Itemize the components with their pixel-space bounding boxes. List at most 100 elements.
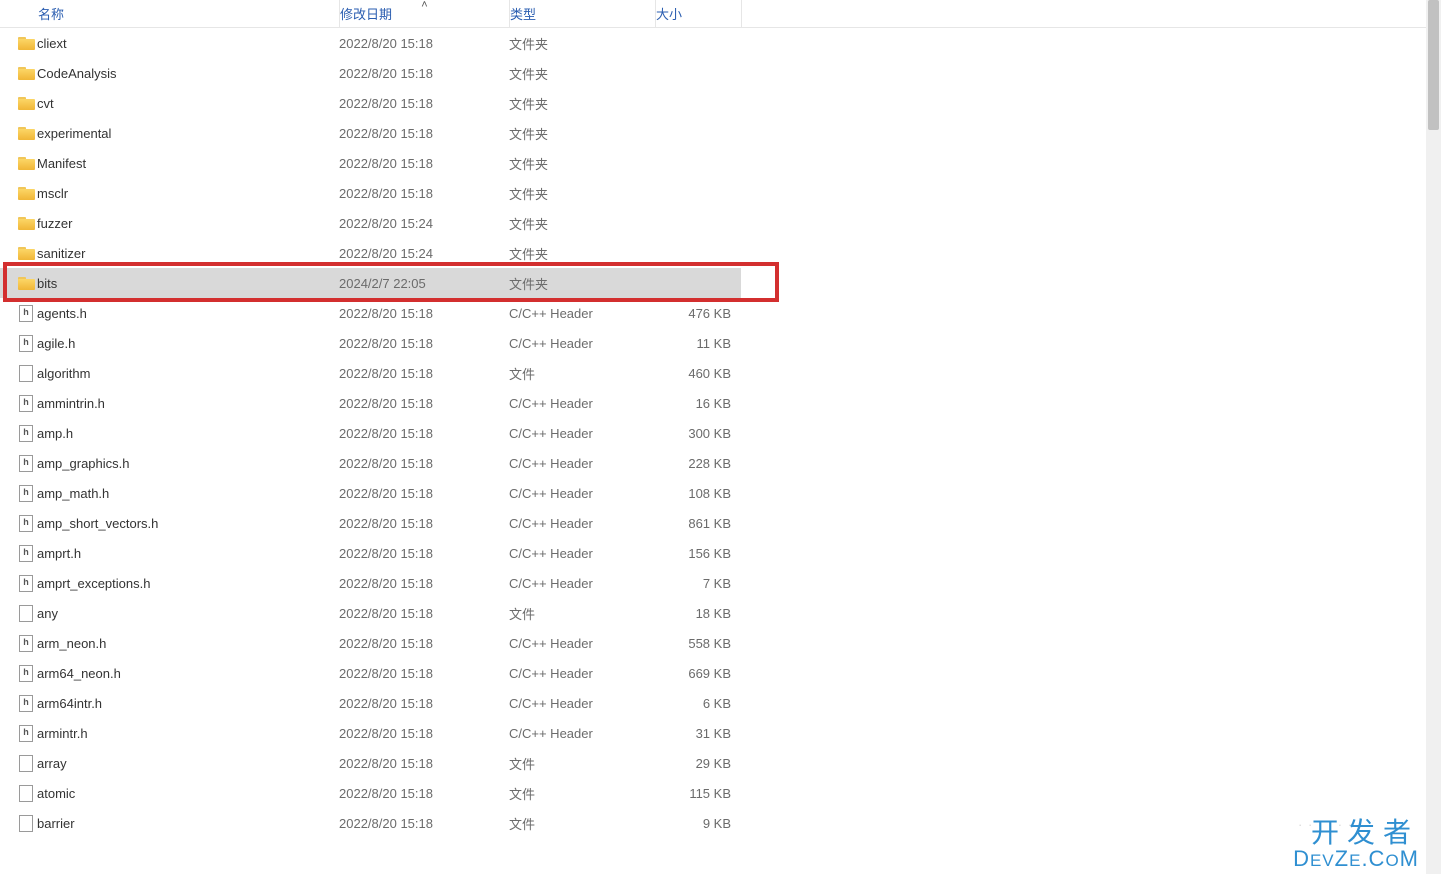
file-row[interactable]: amp_math.h2022/8/20 15:18C/C++ Header108…: [0, 478, 1441, 508]
column-header-date[interactable]: ˄ 修改日期: [340, 0, 510, 27]
file-row[interactable]: ammintrin.h2022/8/20 15:18C/C++ Header16…: [0, 388, 1441, 418]
file-size: 11 KB: [655, 336, 741, 351]
file-date: 2022/8/20 15:18: [339, 426, 509, 441]
file-type: 文件: [509, 604, 655, 623]
file-type: C/C++ Header: [509, 636, 655, 651]
file-list: cliext2022/8/20 15:18文件夹CodeAnalysis2022…: [0, 28, 1441, 838]
file-date: 2022/8/20 15:18: [339, 186, 509, 201]
file-row[interactable]: CodeAnalysis2022/8/20 15:18文件夹: [0, 58, 1441, 88]
file-icon: [19, 365, 33, 382]
header-file-icon: [19, 695, 33, 712]
file-name: arm64_neon.h: [37, 666, 339, 681]
header-file-icon: [19, 665, 33, 682]
file-type: C/C++ Header: [509, 666, 655, 681]
file-size: 7 KB: [655, 576, 741, 591]
file-row[interactable]: armintr.h2022/8/20 15:18C/C++ Header31 K…: [0, 718, 1441, 748]
file-row[interactable]: atomic2022/8/20 15:18文件115 KB: [0, 778, 1441, 808]
column-header-row: 名称 ˄ 修改日期 类型 大小: [0, 0, 1441, 28]
scrollbar-thumb[interactable]: [1428, 0, 1439, 130]
file-date: 2022/8/20 15:18: [339, 66, 509, 81]
header-file-icon: [19, 305, 33, 322]
file-row[interactable]: arm64_neon.h2022/8/20 15:18C/C++ Header6…: [0, 658, 1441, 688]
file-row[interactable]: arm64intr.h2022/8/20 15:18C/C++ Header6 …: [0, 688, 1441, 718]
folder-icon: [18, 187, 35, 200]
file-name: amp.h: [37, 426, 339, 441]
file-size: 228 KB: [655, 456, 741, 471]
header-file-icon: [19, 545, 33, 562]
folder-icon: [18, 67, 35, 80]
file-type: C/C++ Header: [509, 576, 655, 591]
file-size: 669 KB: [655, 666, 741, 681]
file-size: 108 KB: [655, 486, 741, 501]
folder-icon: [18, 157, 35, 170]
file-date: 2022/8/20 15:18: [339, 156, 509, 171]
file-type: C/C++ Header: [509, 396, 655, 411]
file-date: 2022/8/20 15:24: [339, 216, 509, 231]
file-date: 2022/8/20 15:18: [339, 576, 509, 591]
file-row[interactable]: arm_neon.h2022/8/20 15:18C/C++ Header558…: [0, 628, 1441, 658]
header-file-icon: [19, 425, 33, 442]
file-size: 18 KB: [655, 606, 741, 621]
header-file-icon: [19, 455, 33, 472]
file-type: 文件: [509, 364, 655, 383]
file-row[interactable]: any2022/8/20 15:18文件18 KB: [0, 598, 1441, 628]
file-name: Manifest: [37, 156, 339, 171]
file-date: 2022/8/20 15:18: [339, 696, 509, 711]
file-name: bits: [37, 276, 339, 291]
file-type: C/C++ Header: [509, 546, 655, 561]
file-name: amp_math.h: [37, 486, 339, 501]
file-name: agents.h: [37, 306, 339, 321]
file-type: C/C++ Header: [509, 696, 655, 711]
file-name: ammintrin.h: [37, 396, 339, 411]
file-row[interactable]: agents.h2022/8/20 15:18C/C++ Header476 K…: [0, 298, 1441, 328]
file-date: 2022/8/20 15:18: [339, 396, 509, 411]
file-row[interactable]: barrier2022/8/20 15:18文件9 KB: [0, 808, 1441, 838]
file-type: 文件夹: [509, 64, 655, 83]
file-size: 31 KB: [655, 726, 741, 741]
file-type: 文件: [509, 814, 655, 833]
file-name: armintr.h: [37, 726, 339, 741]
column-header-name[interactable]: 名称: [38, 0, 340, 27]
header-file-icon: [19, 335, 33, 352]
folder-icon: [18, 217, 35, 230]
file-name: atomic: [37, 786, 339, 801]
file-name: algorithm: [37, 366, 339, 381]
file-type: 文件: [509, 754, 655, 773]
file-name: arm_neon.h: [37, 636, 339, 651]
vertical-scrollbar[interactable]: [1426, 0, 1441, 874]
file-row[interactable]: bits2024/2/7 22:05文件夹: [0, 268, 741, 298]
file-row[interactable]: experimental2022/8/20 15:18文件夹: [0, 118, 1441, 148]
column-header-size[interactable]: 大小: [656, 0, 742, 27]
folder-icon: [18, 247, 35, 260]
file-date: 2022/8/20 15:18: [339, 666, 509, 681]
file-name: agile.h: [37, 336, 339, 351]
header-file-icon: [19, 395, 33, 412]
file-row[interactable]: cvt2022/8/20 15:18文件夹: [0, 88, 1441, 118]
file-type: 文件夹: [509, 184, 655, 203]
file-row[interactable]: Manifest2022/8/20 15:18文件夹: [0, 148, 1441, 178]
file-row[interactable]: amp_short_vectors.h2022/8/20 15:18C/C++ …: [0, 508, 1441, 538]
column-header-type[interactable]: 类型: [510, 0, 656, 27]
file-icon: [19, 755, 33, 772]
file-row[interactable]: amp_graphics.h2022/8/20 15:18C/C++ Heade…: [0, 448, 1441, 478]
file-row[interactable]: algorithm2022/8/20 15:18文件460 KB: [0, 358, 1441, 388]
file-row[interactable]: amprt_exceptions.h2022/8/20 15:18C/C++ H…: [0, 568, 1441, 598]
file-row[interactable]: array2022/8/20 15:18文件29 KB: [0, 748, 1441, 778]
file-name: cvt: [37, 96, 339, 111]
file-row[interactable]: amp.h2022/8/20 15:18C/C++ Header300 KB: [0, 418, 1441, 448]
file-name: amprt_exceptions.h: [37, 576, 339, 591]
file-name: msclr: [37, 186, 339, 201]
file-size: 300 KB: [655, 426, 741, 441]
file-row[interactable]: fuzzer2022/8/20 15:24文件夹: [0, 208, 1441, 238]
file-row[interactable]: sanitizer2022/8/20 15:24文件夹: [0, 238, 1441, 268]
file-type: 文件夹: [509, 214, 655, 233]
file-row[interactable]: cliext2022/8/20 15:18文件夹: [0, 28, 1441, 58]
file-row[interactable]: agile.h2022/8/20 15:18C/C++ Header11 KB: [0, 328, 1441, 358]
file-row[interactable]: msclr2022/8/20 15:18文件夹: [0, 178, 1441, 208]
file-date: 2022/8/20 15:18: [339, 336, 509, 351]
file-size: 476 KB: [655, 306, 741, 321]
file-type: 文件夹: [509, 94, 655, 113]
file-date: 2022/8/20 15:18: [339, 516, 509, 531]
file-row[interactable]: amprt.h2022/8/20 15:18C/C++ Header156 KB: [0, 538, 1441, 568]
file-date: 2022/8/20 15:18: [339, 546, 509, 561]
